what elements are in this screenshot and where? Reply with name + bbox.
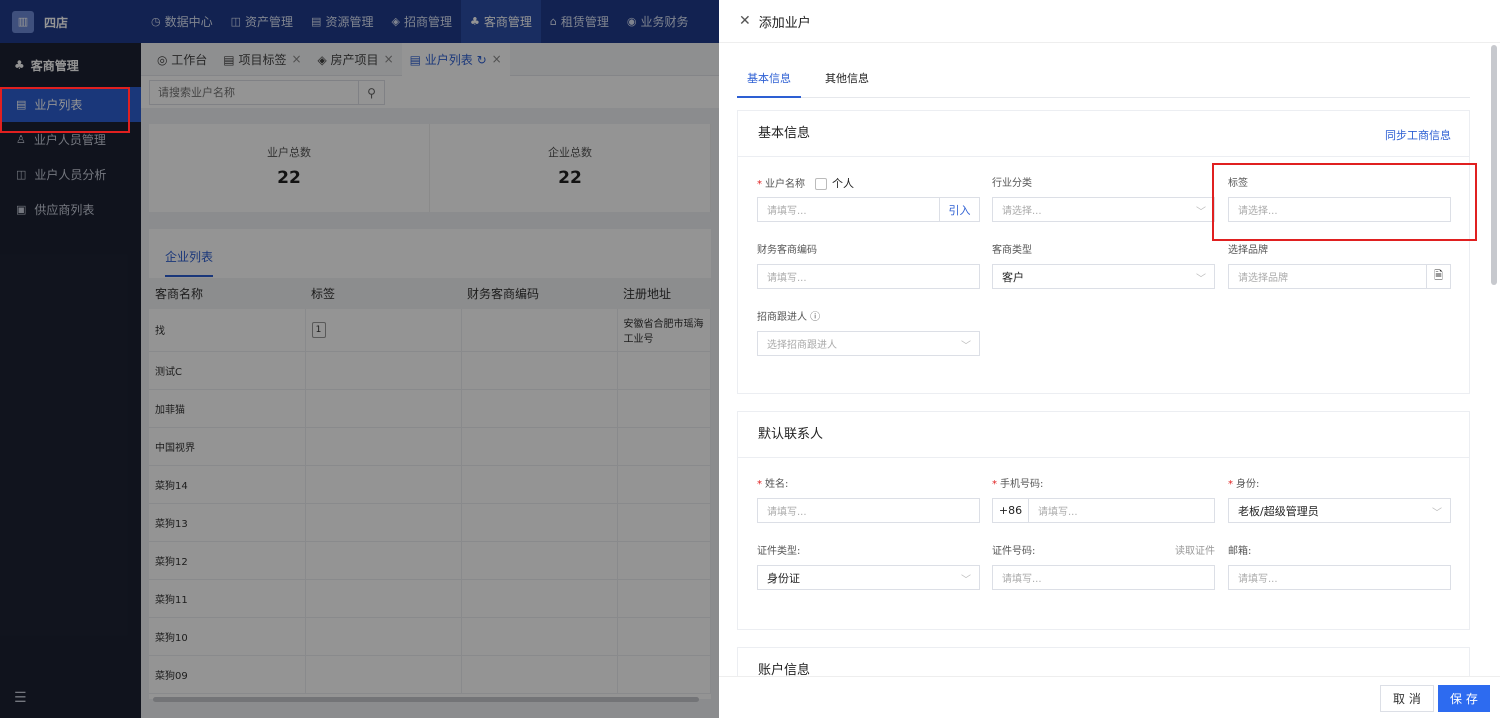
field-label: 行业分类 <box>992 178 1032 189</box>
selected-value: 老板/超级管理员 <box>1238 504 1319 518</box>
field-label: 邮箱: <box>1228 546 1252 557</box>
chevron-down-icon: ﹀ <box>961 575 971 586</box>
label-text: 业户名称 <box>765 179 805 190</box>
contact-name-input[interactable]: 请填写... <box>757 498 980 523</box>
finance-code-field: 财务客商编码 请填写... <box>757 243 980 289</box>
field-label: * 手机号码: <box>992 479 1044 490</box>
id-number-input[interactable]: 请填写... <box>992 565 1215 590</box>
drawer-footer: 取 消 保 存 <box>719 676 1500 718</box>
tab-other-info[interactable]: 其他信息 <box>815 60 879 98</box>
industry-select[interactable]: 请选择... ﹀ <box>992 197 1215 222</box>
placeholder: 请选择品牌 <box>1238 273 1288 284</box>
id-type-select[interactable]: 身份证 ﹀ <box>757 565 980 590</box>
field-label: * 姓名: <box>757 479 789 490</box>
placeholder: 请选择... <box>1002 206 1042 217</box>
field-label: * 身份: <box>1228 479 1260 490</box>
chevron-down-icon: ﹀ <box>1196 274 1206 285</box>
sync-business-info-link[interactable]: 同步工商信息 <box>1385 127 1451 143</box>
follower-select[interactable]: 选择招商跟进人 ﹀ <box>757 331 980 356</box>
field-label: 客商类型 <box>992 245 1032 256</box>
contact-name-field: * 姓名: 请填写... <box>757 477 980 523</box>
phone-field: * 手机号码: +86 请填写... <box>992 477 1215 523</box>
default-contact-section: 默认联系人 * 姓名: 请填写... * 手机号码: +86 请填写... * 身份: … <box>737 411 1470 630</box>
section-title: 默认联系人 <box>738 412 1469 458</box>
label-text: 手机号码: <box>1000 479 1044 490</box>
country-code[interactable]: +86 <box>993 499 1029 522</box>
label-text: 身份: <box>1236 479 1260 490</box>
placeholder: 请填写... <box>767 507 807 518</box>
follower-field: 招商跟进人 ⓘ 选择招商跟进人 ﹀ <box>757 310 980 356</box>
placeholder: 请填写... <box>1038 507 1078 518</box>
tab-basic-info[interactable]: 基本信息 <box>737 60 801 98</box>
highlight-box <box>1212 163 1477 241</box>
brand-select[interactable]: 请选择品牌 🗎 <box>1228 264 1451 289</box>
email-input[interactable]: 请填写... <box>1228 565 1451 590</box>
phone-input[interactable]: +86 请填写... <box>992 498 1215 523</box>
drawer-header: ✕ 添加业户 <box>719 0 1500 43</box>
add-owner-drawer: ✕ 添加业户 基本信息 其他信息 基本信息 同步工商信息 * 业户名称 个人 请填写… <box>719 0 1500 718</box>
highlight-box <box>0 87 130 133</box>
owner-name-input[interactable]: 请填写... 引入 <box>757 197 980 222</box>
industry-field: 行业分类 请选择... ﹀ <box>992 176 1215 222</box>
placeholder: 请填写... <box>767 206 807 217</box>
save-button[interactable]: 保 存 <box>1438 685 1490 712</box>
cancel-button[interactable]: 取 消 <box>1380 685 1434 712</box>
field-label: 证件号码: 读取证件 <box>992 544 1215 560</box>
placeholder: 请填写... <box>1002 574 1042 585</box>
chevron-down-icon: ﹀ <box>1432 508 1442 519</box>
placeholder: 请填写... <box>1238 574 1278 585</box>
field-label: * 业户名称 个人 <box>757 177 854 190</box>
selected-value: 身份证 <box>767 571 800 585</box>
drawer-title: 添加业户 <box>758 15 811 31</box>
vertical-scrollbar[interactable] <box>1491 45 1497 285</box>
field-label: 招商跟进人 ⓘ <box>757 312 821 323</box>
customer-type-select[interactable]: 客户 ﹀ <box>992 264 1215 289</box>
placeholder: 选择招商跟进人 <box>767 340 837 351</box>
chevron-down-icon: ﹀ <box>1196 207 1206 218</box>
drawer-tabs: 基本信息 其他信息 <box>737 60 1470 98</box>
field-label: 财务客商编码 <box>757 245 817 256</box>
close-icon[interactable]: ✕ <box>739 13 751 29</box>
field-label: 证件类型: <box>757 546 801 557</box>
selected-value: 客户 <box>1002 270 1024 284</box>
individual-checkbox[interactable] <box>815 178 827 190</box>
role-select[interactable]: 老板/超级管理员 ﹀ <box>1228 498 1451 523</box>
basic-info-section: 基本信息 同步工商信息 * 业户名称 个人 请填写... 引入 行业分类 请选择...… <box>737 110 1470 394</box>
placeholder: 请填写... <box>767 273 807 284</box>
import-button[interactable]: 引入 <box>939 198 979 221</box>
label-text: 姓名: <box>765 479 789 490</box>
section-title: 基本信息 <box>738 111 1469 157</box>
individual-label: 个人 <box>832 177 854 190</box>
label-text: 证件号码: <box>992 546 1036 557</box>
owner-name-field: * 业户名称 个人 请填写... 引入 <box>757 176 980 222</box>
field-label: 选择品牌 <box>1228 245 1268 256</box>
customer-type-field: 客商类型 客户 ﹀ <box>992 243 1215 289</box>
id-number-field: 证件号码: 读取证件 请填写... <box>992 544 1215 590</box>
role-field: * 身份: 老板/超级管理员 ﹀ <box>1228 477 1451 523</box>
chevron-down-icon: ﹀ <box>961 341 971 352</box>
id-type-field: 证件类型: 身份证 ﹀ <box>757 544 980 590</box>
finance-code-input[interactable]: 请填写... <box>757 264 980 289</box>
brand-field: 选择品牌 请选择品牌 🗎 <box>1228 243 1451 289</box>
brand-picker-icon[interactable]: 🗎 <box>1426 265 1450 288</box>
read-id-link[interactable]: 读取证件 <box>1175 544 1215 560</box>
email-field: 邮箱: 请填写... <box>1228 544 1451 590</box>
